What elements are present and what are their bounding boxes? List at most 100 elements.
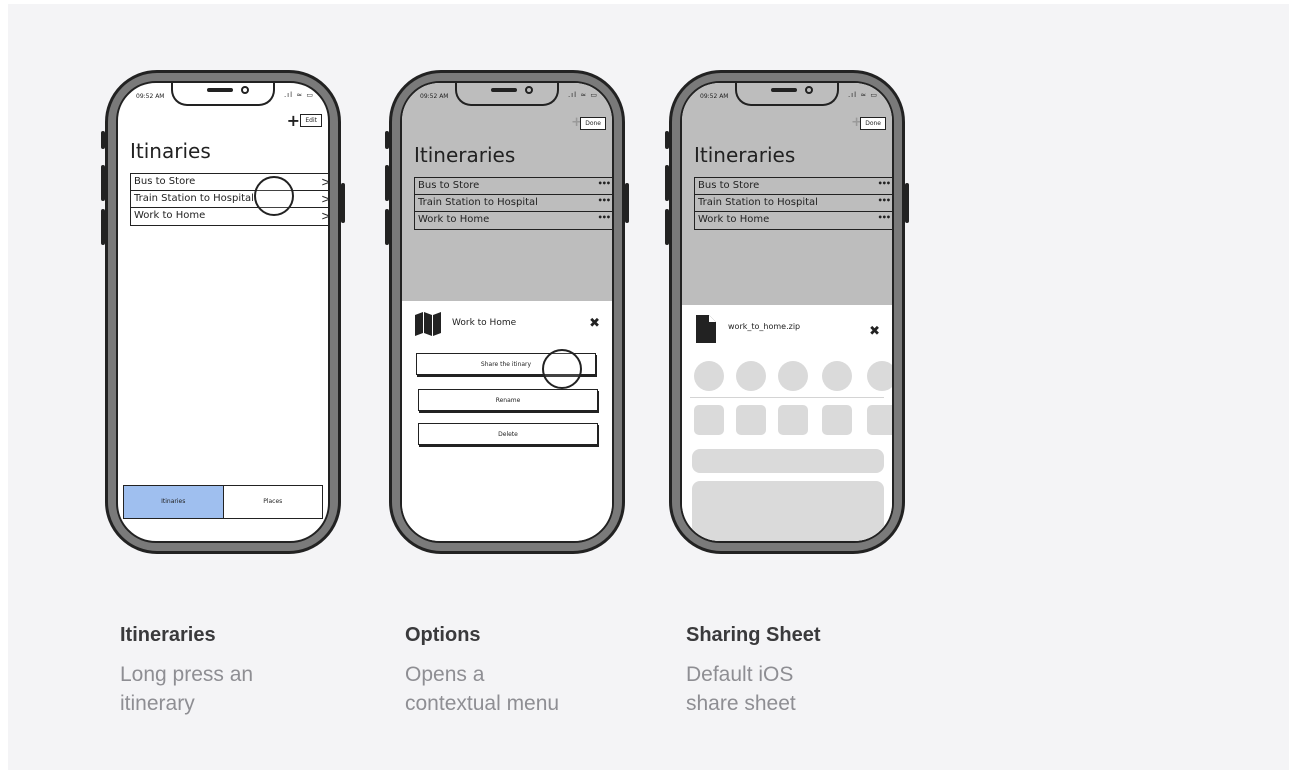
chevron-right-icon: > — [320, 192, 330, 206]
caption-description: Long press an itinerary — [120, 660, 253, 718]
list-item[interactable]: Work to Home > — [131, 208, 330, 225]
phone-side-button — [101, 209, 105, 245]
caption-description: Opens a contextual menu — [405, 660, 559, 718]
page-title: Itinaries — [130, 139, 211, 163]
speaker-icon — [491, 88, 517, 92]
tab-itinaries[interactable]: Itinaries — [124, 486, 224, 518]
chevron-right-icon: > — [320, 175, 330, 189]
caption-line: itinerary — [120, 692, 195, 715]
close-icon[interactable]: ✖ — [869, 324, 880, 339]
list-item-label: Bus to Store — [418, 180, 480, 191]
list-item[interactable]: Work to Home ••• — [415, 212, 612, 229]
file-name: work_to_home.zip — [728, 322, 801, 331]
list-item-label: Train Station to Hospital — [134, 193, 254, 204]
more-dots-icon: ••• — [877, 196, 891, 205]
list-item[interactable]: Bus to Store > — [131, 174, 330, 191]
caption-description: Default iOS share sheet — [686, 660, 796, 718]
phone-notch — [171, 83, 275, 106]
more-dots-icon: ••• — [597, 179, 611, 188]
phone-side-button — [385, 131, 389, 149]
phone-side-button — [101, 131, 105, 149]
list-item[interactable]: Work to Home ••• — [695, 212, 892, 229]
share-app-placeholder[interactable] — [822, 405, 852, 435]
tab-places[interactable]: Places — [224, 486, 323, 518]
done-button[interactable]: Done — [580, 117, 606, 130]
status-icons: .ıl ≈ ▭ — [847, 91, 878, 99]
list-item-label: Work to Home — [698, 214, 770, 225]
caption-line: Opens a — [405, 663, 485, 686]
tab-bar: Itinaries Places — [123, 485, 323, 519]
phone-frame-options: 09:52 AM .ıl ≈ ▭ + Done Itineraries Bus … — [385, 70, 629, 554]
phone-side-button — [665, 209, 669, 245]
phone-side-button — [625, 183, 629, 223]
context-menu-sheet: Work to Home ✖ Share the itinary Rename … — [402, 301, 612, 541]
share-contact-placeholder[interactable] — [822, 361, 852, 391]
speaker-icon — [771, 88, 797, 92]
chevron-right-icon: > — [320, 209, 330, 223]
phone-screen: 09:52 AM .ıl ≈ ▭ + Done Itineraries Bus … — [400, 81, 614, 543]
camera-icon — [525, 86, 533, 94]
edit-button[interactable]: Edit — [300, 114, 322, 127]
phone-frame-sharing-sheet: 09:52 AM .ıl ≈ ▭ + Done Itineraries Bus … — [665, 70, 909, 554]
phone-side-button — [905, 183, 909, 223]
share-actions-list-placeholder[interactable] — [692, 481, 884, 541]
phone-notch — [735, 83, 839, 106]
touch-indicator — [254, 176, 294, 216]
share-app-placeholder[interactable] — [736, 405, 766, 435]
share-app-placeholder[interactable] — [867, 405, 892, 435]
share-contact-placeholder[interactable] — [778, 361, 808, 391]
document-icon — [696, 315, 716, 343]
list-item-label: Work to Home — [134, 210, 206, 221]
camera-icon — [805, 86, 813, 94]
more-dots-icon: ••• — [597, 196, 611, 205]
caption-title-sharing-sheet: Sharing Sheet — [686, 624, 821, 646]
itinerary-list: Bus to Store ••• Train Station to Hospita… — [414, 177, 612, 230]
close-icon[interactable]: ✖ — [589, 316, 600, 331]
share-sheet: work_to_home.zip ✖ — [682, 305, 892, 541]
share-contact-placeholder[interactable] — [736, 361, 766, 391]
phone-screen: 09:52 AM .ıl ≈ ▭ + Done Itineraries Bus … — [680, 81, 894, 543]
list-item-label: Work to Home — [418, 214, 490, 225]
phone-notch — [455, 83, 559, 106]
caption-line: Default iOS — [686, 663, 794, 686]
list-item[interactable]: Bus to Store ••• — [415, 178, 612, 195]
list-item[interactable]: Train Station to Hospital ••• — [695, 195, 892, 212]
more-dots-icon: ••• — [877, 179, 891, 188]
list-item[interactable]: Train Station to Hospital > — [131, 191, 330, 208]
list-item-label: Bus to Store — [134, 176, 196, 187]
share-app-placeholder[interactable] — [778, 405, 808, 435]
status-time: 09:52 AM — [420, 93, 449, 100]
caption-line: Long press an — [120, 663, 254, 686]
phone-side-button — [385, 165, 389, 201]
share-action-placeholder[interactable] — [692, 449, 884, 473]
phone-side-button — [385, 209, 389, 245]
share-contact-placeholder[interactable] — [694, 361, 724, 391]
rename-button[interactable]: Rename — [418, 389, 598, 411]
divider — [690, 397, 884, 398]
add-icon[interactable]: + — [287, 113, 300, 129]
status-time: 09:52 AM — [700, 93, 729, 100]
share-app-placeholder[interactable] — [694, 405, 724, 435]
camera-icon — [241, 86, 249, 94]
list-item-label: Train Station to Hospital — [698, 197, 818, 208]
share-contact-placeholder[interactable] — [867, 361, 892, 391]
caption-line: share sheet — [686, 692, 796, 715]
phone-side-button — [101, 165, 105, 201]
phone-frame-itineraries: 09:52 AM .ıl ≈ ▭ + Edit Itinaries Bus to… — [101, 70, 345, 554]
storyboard-canvas: 09:52 AM .ıl ≈ ▭ + Edit Itinaries Bus to… — [8, 4, 1289, 770]
status-time: 09:52 AM — [136, 93, 165, 100]
list-item[interactable]: Train Station to Hospital ••• — [415, 195, 612, 212]
caption-title-itineraries: Itineraries — [120, 624, 216, 646]
done-button[interactable]: Done — [860, 117, 886, 130]
phone-side-button — [665, 165, 669, 201]
list-item-label: Train Station to Hospital — [418, 197, 538, 208]
phone-side-button — [665, 131, 669, 149]
phone-side-button — [341, 183, 345, 223]
itinerary-list: Bus to Store ••• Train Station to Hospita… — [694, 177, 892, 230]
more-dots-icon: ••• — [877, 213, 891, 222]
list-item[interactable]: Bus to Store ••• — [695, 178, 892, 195]
status-icons: .ıl ≈ ▭ — [283, 91, 314, 99]
map-icon — [415, 312, 441, 336]
delete-button[interactable]: Delete — [418, 423, 598, 445]
caption-line: contextual menu — [405, 692, 560, 715]
